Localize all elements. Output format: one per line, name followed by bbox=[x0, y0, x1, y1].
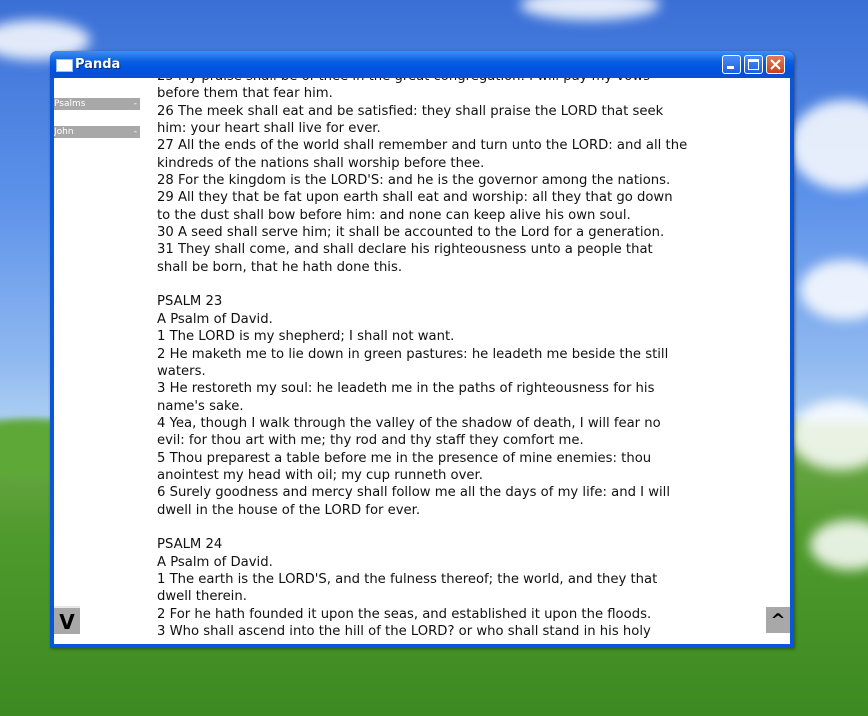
scripture-line: 3 He restoreth my soul: he leadeth me in… bbox=[157, 381, 655, 397]
desktop-cloud bbox=[790, 100, 868, 190]
scripture-line: evil: for thou art with me; thy rod and … bbox=[157, 433, 584, 449]
scroll-up-label: ^ bbox=[770, 610, 786, 631]
book-tab-label: John bbox=[54, 127, 74, 137]
scripture-line: dwell therein. bbox=[157, 589, 247, 605]
scroll-down-label: V bbox=[59, 610, 75, 634]
scripture-line: shall be born, that he hath done this. bbox=[157, 259, 403, 275]
desktop-cloud bbox=[810, 520, 868, 570]
scripture-line: 4 Yea, though I walk through the valley … bbox=[157, 415, 661, 431]
scripture-line: 25 My praise shall be of thee in the gre… bbox=[157, 78, 717, 85]
desktop-cloud bbox=[790, 400, 868, 470]
book-tab-psalms[interactable]: Psalms - bbox=[54, 98, 140, 110]
scripture-line: kindreds of the nations shall worship be… bbox=[157, 155, 485, 171]
book-tab-john[interactable]: John - bbox=[54, 126, 140, 138]
scripture-line: 28 For the kingdom is the LORD'S: and he… bbox=[157, 173, 671, 189]
scripture-line: A Psalm of David. bbox=[157, 554, 273, 570]
scripture-line: before them that fear him. bbox=[157, 86, 333, 102]
scripture-line: him: your heart shall live for ever. bbox=[157, 121, 381, 137]
scripture-line: 1 The LORD is my shepherd; I shall not w… bbox=[157, 329, 455, 345]
scripture-line: 5 Thou preparest a table before me in th… bbox=[157, 450, 652, 466]
scripture-line: to the dust shall bow before him: and no… bbox=[157, 207, 631, 223]
scripture-line: PSALM 23 bbox=[157, 294, 223, 310]
scripture-line: 27 All the ends of the world shall remem… bbox=[157, 138, 688, 154]
window-title: Panda bbox=[75, 57, 121, 72]
maximize-button[interactable] bbox=[744, 55, 763, 74]
content-area: Psalms - John - 25 My praise shall be of… bbox=[54, 78, 790, 644]
scripture-line: 31 They shall come, and shall declare hi… bbox=[157, 242, 653, 258]
title-bar[interactable]: Panda bbox=[50, 51, 794, 78]
scripture-line: A Psalm of David. bbox=[157, 311, 273, 327]
maximize-icon bbox=[748, 59, 759, 70]
desktop-cloud bbox=[800, 260, 868, 320]
scripture-line: 29 All they that be fat upon earth shall… bbox=[157, 190, 673, 206]
book-tab-label: Psalms bbox=[54, 99, 86, 109]
scroll-up-button[interactable]: ^ bbox=[765, 606, 790, 634]
scripture-line: 2 For he hath founded it upon the seas, … bbox=[157, 606, 652, 622]
minimize-icon bbox=[727, 66, 734, 69]
window-icon bbox=[56, 59, 73, 72]
scripture-text: 25 My praise shall be of thee in the gre… bbox=[157, 78, 717, 640]
scripture-line: name's sake. bbox=[157, 398, 244, 414]
close-button[interactable] bbox=[766, 55, 785, 74]
scroll-down-button[interactable]: V bbox=[54, 606, 80, 634]
scripture-line: waters. bbox=[157, 363, 206, 379]
collapse-toggle[interactable]: - bbox=[134, 98, 137, 110]
scripture-line: 26 The meek shall eat and be satisfied: … bbox=[157, 103, 664, 119]
scripture-line: PSALM 24 bbox=[157, 537, 223, 553]
scripture-line: 6 Surely goodness and mercy shall follow… bbox=[157, 485, 670, 501]
desktop-cloud bbox=[520, 0, 660, 20]
scripture-line: 1 The earth is the LORD'S, and the fulne… bbox=[157, 571, 658, 587]
minimize-button[interactable] bbox=[722, 55, 741, 74]
scripture-line: 3 Who shall ascend into the hill of the … bbox=[157, 624, 651, 639]
close-icon bbox=[770, 59, 781, 70]
scripture-line: 30 A seed shall serve him; it shall be a… bbox=[157, 225, 665, 241]
scripture-line: anointest my head with oil; my cup runne… bbox=[157, 467, 483, 483]
collapse-toggle[interactable]: - bbox=[134, 126, 137, 138]
scripture-line: dwell in the house of the LORD for ever. bbox=[157, 502, 421, 518]
scripture-line: 2 He maketh me to lie down in green past… bbox=[157, 346, 669, 362]
app-window: Panda Psalms - John - 25 My praise shall… bbox=[50, 51, 794, 648]
